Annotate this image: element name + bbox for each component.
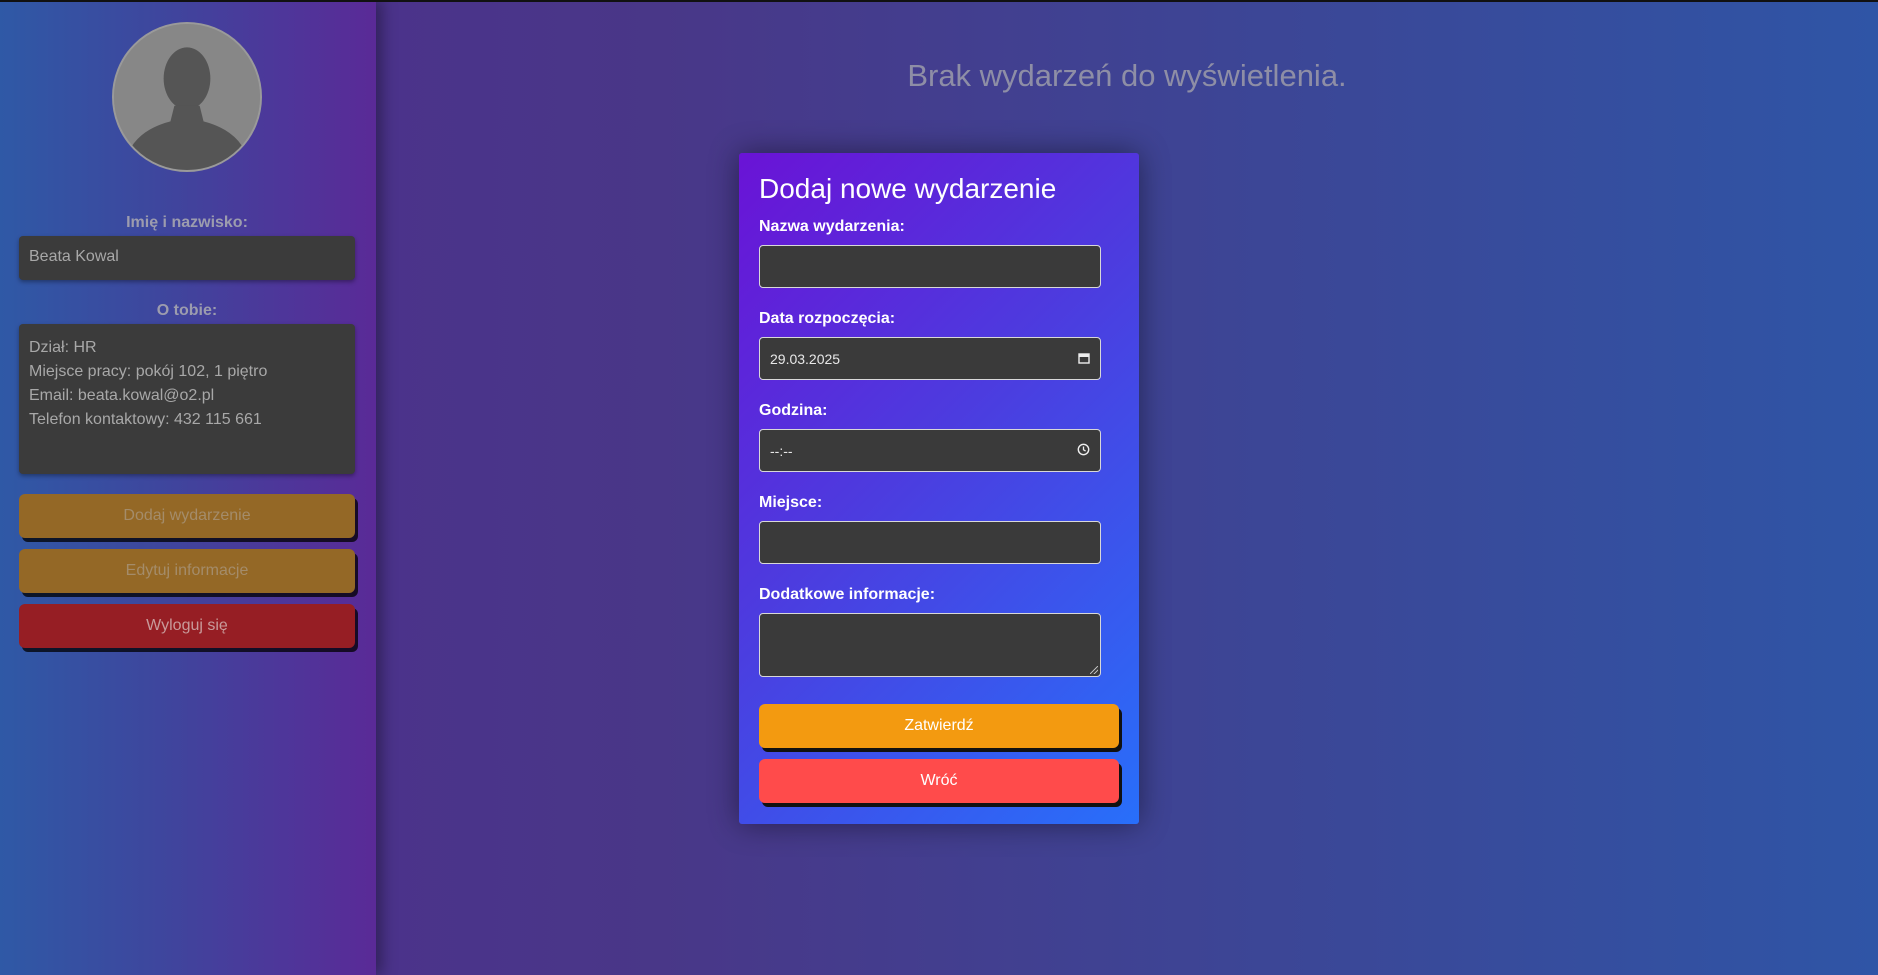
add-event-button[interactable]: Dodaj wydarzenie — [19, 494, 355, 538]
time-value: --:-- — [770, 442, 793, 459]
place-input[interactable] — [759, 521, 1101, 564]
about-line: Email: beata.kowal@o2.pl — [29, 387, 215, 404]
top-border — [0, 0, 1878, 2]
about-line: Miejsce pracy: pokój 102, 1 piętro — [29, 363, 268, 380]
extra-info-textarea[interactable] — [759, 613, 1101, 677]
empty-events-message: Brak wydarzeń do wyświetlenia. — [907, 58, 1347, 93]
start-date-value: 29.03.2025 — [770, 350, 841, 367]
event-name-input[interactable] — [759, 245, 1101, 288]
event-name-label: Nazwa wydarzenia: — [759, 218, 905, 235]
name-field[interactable]: Beata Kowal — [19, 236, 355, 280]
time-input[interactable]: --:-- — [759, 429, 1101, 472]
resize-handle-icon[interactable] — [1090, 666, 1098, 674]
modal-title: Dodaj nowe wydarzenie — [759, 173, 1057, 204]
back-button[interactable]: Wróć — [759, 759, 1119, 803]
start-date-input[interactable]: 29.03.2025 — [759, 337, 1101, 380]
name-label: Imię i nazwisko: — [126, 214, 248, 231]
start-date-label: Data rozpoczęcia: — [759, 310, 896, 327]
avatar-icon — [112, 22, 262, 172]
add-event-modal: Dodaj nowe wydarzenie Nazwa wydarzenia: … — [739, 153, 1139, 824]
extra-info-label: Dodatkowe informacje: — [759, 586, 936, 603]
logout-button[interactable]: Wyloguj się — [19, 604, 355, 648]
about-field[interactable]: Dział: HR Miejsce pracy: pokój 102, 1 pi… — [19, 324, 355, 474]
place-label: Miejsce: — [759, 494, 823, 511]
calendar-icon[interactable] — [1078, 351, 1090, 367]
about-line: Dział: HR — [29, 339, 97, 356]
clock-icon[interactable] — [1077, 443, 1090, 459]
about-label: O tobie: — [156, 302, 218, 319]
profile-sidebar: Imię i nazwisko: Beata Kowal O tobie: Dz… — [0, 0, 376, 975]
time-label: Godzina: — [759, 402, 828, 419]
submit-button[interactable]: Zatwierdź — [759, 704, 1119, 748]
about-line: Telefon kontaktowy: 432 115 661 — [29, 411, 262, 428]
edit-info-button[interactable]: Edytuj informacje — [19, 549, 355, 593]
